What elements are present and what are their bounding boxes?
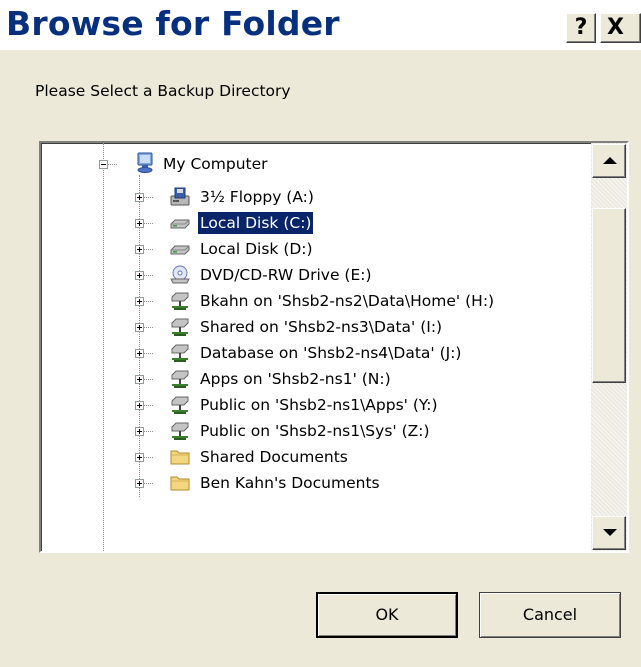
tree-item-label[interactable]: DVD/CD-RW Drive (E:) [198, 264, 374, 286]
tree-content: My Computer 3½ Floppy (A:) Local Disk (C:… [41, 143, 593, 551]
tree-row[interactable]: DVD/CD-RW Drive (E:) [41, 264, 593, 290]
tree-item-label[interactable]: 3½ Floppy (A:) [198, 186, 316, 208]
tree-item-my-computer[interactable]: My Computer [161, 153, 270, 175]
tree-row[interactable]: Local Disk (C:) [41, 211, 593, 238]
cancel-button[interactable]: Cancel [479, 592, 621, 638]
expand-toggle[interactable] [135, 193, 144, 202]
tree-row[interactable]: Shared Documents [41, 446, 593, 472]
network-drive-icon [169, 394, 191, 416]
expand-toggle[interactable] [135, 453, 144, 462]
expand-toggle[interactable] [135, 479, 144, 488]
tree-item-label[interactable]: Public on 'Shsb2-ns1\Sys' (Z:) [198, 420, 432, 442]
tree-row[interactable]: Database on 'Shsb2-ns4\Data' (J:) [41, 342, 593, 368]
tree-row[interactable]: Bkahn on 'Shsb2-ns2\Data\Home' (H:) [41, 290, 593, 316]
expand-toggle[interactable] [135, 219, 144, 228]
folder-icon [169, 472, 191, 494]
tree-item-label[interactable]: Apps on 'Shsb2-ns1' (N:) [198, 368, 393, 390]
tree-row[interactable]: Local Disk (D:) [41, 238, 593, 264]
network-drive-icon [169, 420, 191, 442]
scroll-down-button[interactable] [592, 516, 626, 550]
network-drive-icon [169, 342, 191, 364]
tree-row[interactable]: Apps on 'Shsb2-ns1' (N:) [41, 368, 593, 394]
tree-item-label[interactable]: Bkahn on 'Shsb2-ns2\Data\Home' (H:) [198, 290, 496, 312]
vertical-scrollbar[interactable] [591, 143, 627, 551]
ok-button[interactable]: OK [316, 592, 458, 638]
folder-tree[interactable]: My Computer 3½ Floppy (A:) Local Disk (C:… [39, 141, 629, 553]
tree-row[interactable]: Ben Kahn's Documents [41, 472, 593, 498]
close-button[interactable]: X [600, 13, 641, 43]
dialog-title: Browse for Folder [6, 4, 340, 43]
expand-toggle[interactable] [135, 427, 144, 436]
collapse-toggle[interactable] [99, 160, 108, 169]
expand-toggle[interactable] [135, 349, 144, 358]
expand-toggle[interactable] [135, 375, 144, 384]
tree-item-label[interactable]: Database on 'Shsb2-ns4\Data' (J:) [198, 342, 463, 364]
tree-item-label[interactable]: Local Disk (D:) [198, 238, 315, 260]
tree-item-label[interactable]: Shared Documents [198, 446, 350, 468]
scroll-up-button[interactable] [592, 144, 626, 178]
title-bar[interactable]: Browse for Folder ? X [0, 0, 641, 50]
hard-disk-icon [169, 238, 191, 260]
arrow-up-icon [603, 157, 617, 164]
cd-drive-icon [169, 264, 191, 286]
computer-icon [135, 152, 157, 174]
expand-toggle[interactable] [135, 323, 144, 332]
tree-row[interactable]: Public on 'Shsb2-ns1\Sys' (Z:) [41, 420, 593, 446]
arrow-down-icon [603, 529, 617, 536]
folder-icon [169, 446, 191, 468]
tree-item-label[interactable]: Public on 'Shsb2-ns1\Apps' (Y:) [198, 394, 440, 416]
tree-item-label[interactable]: Shared on 'Shsb2-ns3\Data' (I:) [198, 316, 444, 338]
tree-row[interactable]: Shared on 'Shsb2-ns3\Data' (I:) [41, 316, 593, 342]
network-drive-icon [169, 290, 191, 312]
tree-item-label[interactable]: Local Disk (C:) [196, 211, 315, 235]
tree-row[interactable]: 3½ Floppy (A:) [41, 186, 593, 212]
expand-toggle[interactable] [135, 401, 144, 410]
scroll-thumb[interactable] [592, 208, 626, 383]
help-button[interactable]: ? [566, 13, 596, 43]
network-drive-icon [169, 368, 191, 390]
expand-toggle[interactable] [135, 271, 144, 280]
floppy-drive-icon [169, 186, 191, 208]
tree-item-label[interactable]: Ben Kahn's Documents [198, 472, 382, 494]
hard-disk-icon [169, 212, 191, 234]
expand-toggle[interactable] [135, 245, 144, 254]
expand-toggle[interactable] [135, 297, 144, 306]
tree-row[interactable]: Public on 'Shsb2-ns1\Apps' (Y:) [41, 394, 593, 420]
network-drive-icon [169, 316, 191, 338]
dialog-prompt: Please Select a Backup Directory [35, 82, 291, 100]
